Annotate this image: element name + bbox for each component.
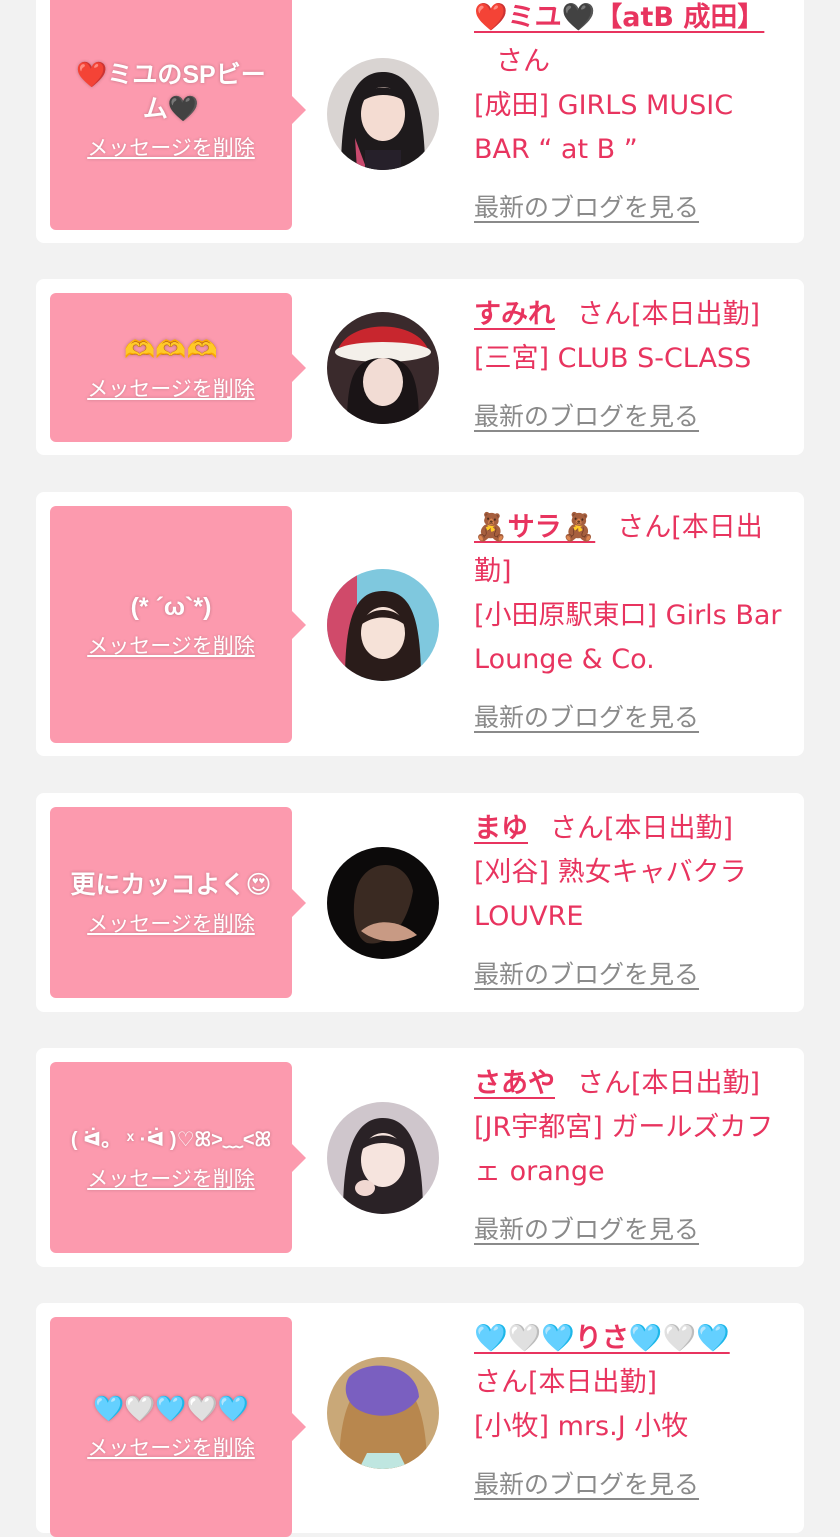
shop-name: [成田] GIRLS MUSIC BAR “ at B ” (474, 90, 734, 165)
message-text: 🫶🫶🫶 (124, 335, 218, 364)
status-label: [本日出勤] (604, 813, 734, 844)
message-text: 更にカッコよく😍 (70, 870, 272, 899)
latest-blog-link[interactable]: 最新のブログを見る (474, 186, 699, 230)
avatar[interactable] (327, 312, 439, 424)
avatar[interactable] (327, 569, 439, 681)
cast-info: まゆ さん[本日出勤] [刈谷] 熟女キャバクラ LOUVRE 最新のブログを見る (474, 807, 794, 997)
delete-message-link[interactable]: メッセージを削除 (87, 373, 255, 403)
girl-avatar-icon (327, 312, 439, 424)
message-card: (* ´ω`*) メッセージを削除 🧸サラ🧸 さん[本日出勤] [小田原駅東口] … (36, 492, 804, 756)
cast-name-link[interactable]: さあや (474, 1068, 555, 1099)
message-bubble: 🩵🤍🩵🤍🩵 メッセージを削除 (50, 1317, 306, 1537)
shop-name: [小牧] mrs.J 小牧 (474, 1411, 689, 1442)
cast-name-link[interactable]: まゆ (474, 813, 528, 844)
message-text: ( ᐛ。 ˣ ·ᐛ )♡ꕤ>﹏<ꕤ (70, 1128, 272, 1151)
cast-info: 🩵🤍🩵りさ🩵🤍🩵 さん[本日出勤] [小牧] mrs.J 小牧 最新のブログを見る (474, 1317, 794, 1507)
girl-avatar-icon (327, 847, 439, 959)
message-bubble: 🫶🫶🫶 メッセージを削除 (50, 293, 306, 442)
message-text: 🩵🤍🩵🤍🩵 (93, 1395, 249, 1423)
girl-avatar-icon (327, 58, 439, 170)
message-card: 更にカッコよく😍 メッセージを削除 まゆ さん[本日出勤] [刈谷] 熟女キャバク… (36, 793, 804, 1012)
delete-message-link[interactable]: メッセージを削除 (87, 1432, 255, 1462)
status-label: [本日出勤] (528, 1367, 658, 1398)
san-label: さん (577, 1068, 631, 1099)
latest-blog-link[interactable]: 最新のブログを見る (474, 953, 699, 997)
delete-message-link[interactable]: メッセージを削除 (87, 132, 255, 162)
cast-name-link[interactable]: 🧸サラ🧸 (474, 512, 595, 543)
latest-blog-link[interactable]: 最新のブログを見る (474, 1208, 699, 1252)
avatar[interactable] (327, 1102, 439, 1214)
delete-message-link[interactable]: メッセージを削除 (87, 1163, 255, 1193)
message-bubble: ( ᐛ。 ˣ ·ᐛ )♡ꕤ>﹏<ꕤ メッセージを削除 (50, 1062, 306, 1253)
message-card: 🫶🫶🫶 メッセージを削除 すみれ さん[本日出勤] [三宮] CLUB S-CLA… (36, 279, 804, 455)
avatar[interactable] (327, 1357, 439, 1469)
delete-message-link[interactable]: メッセージを削除 (87, 908, 255, 938)
message-bubble: 更にカッコよく😍 メッセージを削除 (50, 807, 306, 998)
message-text: ❤️ミユのSPビーム🖤 (76, 61, 266, 123)
cast-name-link[interactable]: すみれ (474, 299, 555, 330)
shop-name: [刈谷] 熟女キャバクラ LOUVRE (474, 857, 747, 932)
girl-avatar-icon (327, 1102, 439, 1214)
san-label: さん (577, 299, 631, 330)
san-label: さん (617, 512, 672, 543)
avatar[interactable] (327, 847, 439, 959)
cast-info: 🧸サラ🧸 さん[本日出勤] [小田原駅東口] Girls Bar Lounge &… (474, 506, 794, 740)
cast-info: ❤️ミユ🖤【atB 成田】さん [成田] GIRLS MUSIC BAR “ a… (474, 0, 794, 230)
girl-avatar-icon (327, 1357, 439, 1469)
girl-avatar-icon (327, 569, 439, 681)
message-bubble: ❤️ミユのSPビーム🖤 メッセージを削除 (50, 0, 306, 230)
cast-info: さあや さん[本日出勤] [JR宇都宮] ガールズカフェ orange 最新のブロ… (474, 1062, 794, 1252)
cast-name-link[interactable]: 🩵🤍🩵りさ🩵🤍🩵 (474, 1323, 730, 1354)
status-label: [本日出勤] (631, 1068, 761, 1099)
message-card: 🩵🤍🩵🤍🩵 メッセージを削除 🩵🤍🩵りさ🩵🤍🩵 さん[本日出勤] [小牧] mrs… (36, 1303, 804, 1537)
latest-blog-link[interactable]: 最新のブログを見る (474, 696, 699, 740)
san-label: さん (496, 46, 550, 77)
shop-name: [三宮] CLUB S-CLASS (474, 343, 752, 374)
delete-message-link[interactable]: メッセージを削除 (87, 630, 255, 660)
message-text: (* ´ω`*) (130, 592, 212, 621)
shop-name: [JR宇都宮] ガールズカフェ orange (474, 1112, 774, 1187)
message-bubble: (* ´ω`*) メッセージを削除 (50, 506, 306, 743)
san-label: さん (474, 1367, 528, 1398)
message-card: ( ᐛ。 ˣ ·ᐛ )♡ꕤ>﹏<ꕤ メッセージを削除 さあや さん[本日出勤] [… (36, 1048, 804, 1267)
cast-info: すみれ さん[本日出勤] [三宮] CLUB S-CLASS 最新のブログを見る (474, 293, 794, 439)
san-label: さん (550, 813, 604, 844)
message-card: ❤️ミユのSPビーム🖤 メッセージを削除 ❤️ミユ🖤【atB 成田】さん [成田… (36, 0, 804, 243)
shop-name: [小田原駅東口] Girls Bar Lounge & Co. (474, 600, 782, 675)
status-label: [本日出勤] (631, 299, 761, 330)
cast-name-link[interactable]: ❤️ミユ🖤【atB 成田】 (474, 2, 764, 33)
avatar[interactable] (327, 58, 439, 170)
latest-blog-link[interactable]: 最新のブログを見る (474, 395, 699, 439)
latest-blog-link[interactable]: 最新のブログを見る (474, 1463, 699, 1507)
